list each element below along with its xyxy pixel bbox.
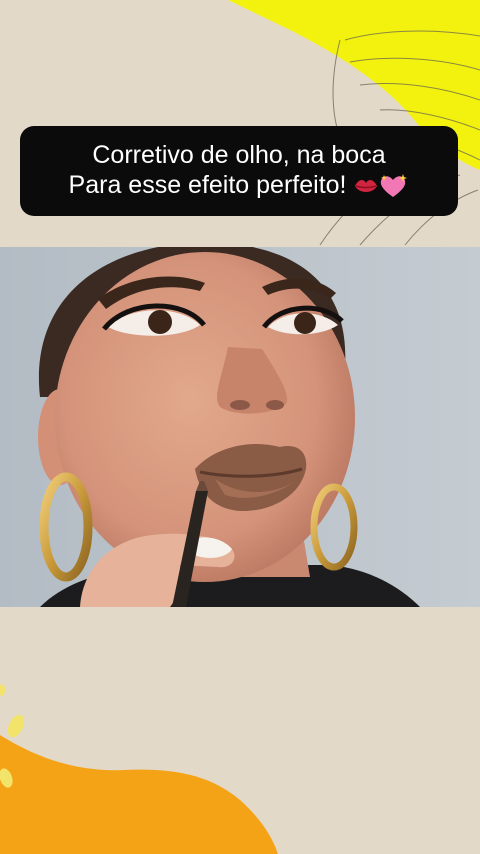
caption-line-1: Corretivo de olho, na boca [92, 141, 386, 169]
sparkling-heart-icon [381, 174, 408, 198]
slideshow-frame: Corretivo de olho, na boca Para esse efe… [0, 0, 480, 854]
kiss-mark-icon [355, 180, 378, 193]
caption-line-2: Para esse efeito perfeito! [32, 170, 446, 200]
caption-box: Corretivo de olho, na boca Para esse efe… [20, 126, 458, 216]
video-still-illustration [0, 247, 480, 607]
video-frame[interactable] [0, 247, 480, 607]
yellow-fleck [0, 684, 5, 696]
caption-line-2-text: Para esse efeito perfeito! [68, 171, 347, 199]
orange-blob-shape [0, 735, 278, 854]
yellow-fleck [7, 714, 25, 738]
